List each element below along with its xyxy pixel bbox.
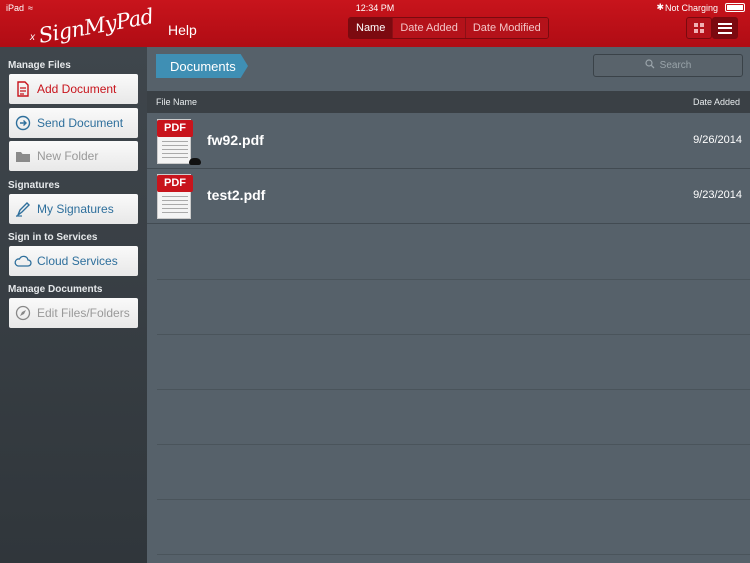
pdf-badge: PDF	[157, 175, 193, 192]
cloud-icon	[9, 255, 37, 267]
send-document-label: Send Document	[37, 116, 124, 130]
file-date: 9/26/2014	[693, 134, 742, 146]
search-placeholder: Search	[659, 60, 692, 71]
row-divider	[157, 279, 750, 280]
my-signatures-label: My Signatures	[37, 202, 114, 216]
edit-files-folders-label: Edit Files/Folders	[37, 306, 130, 320]
search-field[interactable]: Search	[593, 54, 743, 77]
main-content: Documents Search File Name Date Added PD…	[147, 47, 750, 563]
grid-icon	[694, 23, 704, 33]
compass-icon	[9, 305, 37, 321]
row-divider	[157, 389, 750, 390]
file-row[interactable]: PDF fw92.pdf 9/26/2014	[147, 114, 750, 169]
sort-tab-name[interactable]: Name	[349, 18, 393, 38]
bluetooth-icon: ✱	[656, 2, 664, 12]
column-header-date-added[interactable]: Date Added	[693, 97, 740, 107]
section-sign-in: Sign in to Services	[8, 232, 98, 243]
search-icon	[645, 59, 655, 72]
file-name: fw92.pdf	[207, 132, 264, 148]
pdf-badge: PDF	[157, 120, 193, 137]
sidebar: Manage Files Add Document Send Document …	[0, 47, 147, 563]
help-button[interactable]: Help	[168, 22, 197, 38]
section-manage-documents: Manage Documents	[8, 284, 103, 295]
cloud-sync-icon	[189, 158, 201, 165]
document-icon	[9, 81, 37, 97]
my-signatures-button[interactable]: My Signatures	[9, 194, 138, 224]
file-name: test2.pdf	[207, 187, 266, 203]
pdf-file-icon: PDF	[157, 174, 193, 219]
folder-icon	[9, 150, 37, 163]
pdf-file-icon: PDF	[157, 119, 201, 165]
file-list-header: File Name Date Added	[147, 91, 750, 113]
row-divider	[157, 444, 750, 445]
cloud-services-button[interactable]: Cloud Services	[9, 246, 138, 276]
row-divider	[157, 499, 750, 500]
add-document-label: Add Document	[37, 82, 117, 96]
breadcrumb-documents[interactable]: Documents	[156, 54, 248, 78]
file-date: 9/23/2014	[693, 189, 742, 201]
add-document-button[interactable]: Add Document	[9, 74, 138, 104]
new-folder-button[interactable]: New Folder	[9, 141, 138, 171]
pen-icon	[9, 201, 37, 217]
section-signatures: Signatures	[8, 180, 60, 191]
section-manage-files: Manage Files	[8, 60, 71, 71]
battery-status: Not Charging	[664, 3, 718, 13]
battery-icon	[725, 3, 745, 12]
sort-segmented-control: Name Date Added Date Modified	[348, 17, 549, 39]
row-divider	[157, 334, 750, 335]
new-folder-label: New Folder	[37, 149, 99, 163]
row-divider	[157, 554, 750, 555]
column-header-file-name[interactable]: File Name	[156, 97, 197, 107]
top-bar: iPad ≈ 12:34 PM ✱ Not Charging x SignMyP…	[0, 0, 750, 48]
list-icon	[718, 22, 732, 34]
grid-view-button[interactable]	[686, 17, 712, 39]
cloud-services-label: Cloud Services	[37, 254, 118, 268]
send-document-button[interactable]: Send Document	[9, 108, 138, 138]
file-row[interactable]: PDF test2.pdf 9/23/2014	[147, 169, 750, 224]
send-arrow-icon	[9, 115, 37, 131]
sort-tab-date-added[interactable]: Date Added	[392, 18, 465, 38]
edit-files-folders-button[interactable]: Edit Files/Folders	[9, 298, 138, 328]
list-view-button[interactable]	[712, 17, 738, 39]
sort-tab-date-modified[interactable]: Date Modified	[464, 18, 548, 38]
logo-x-mark: x	[30, 32, 35, 43]
